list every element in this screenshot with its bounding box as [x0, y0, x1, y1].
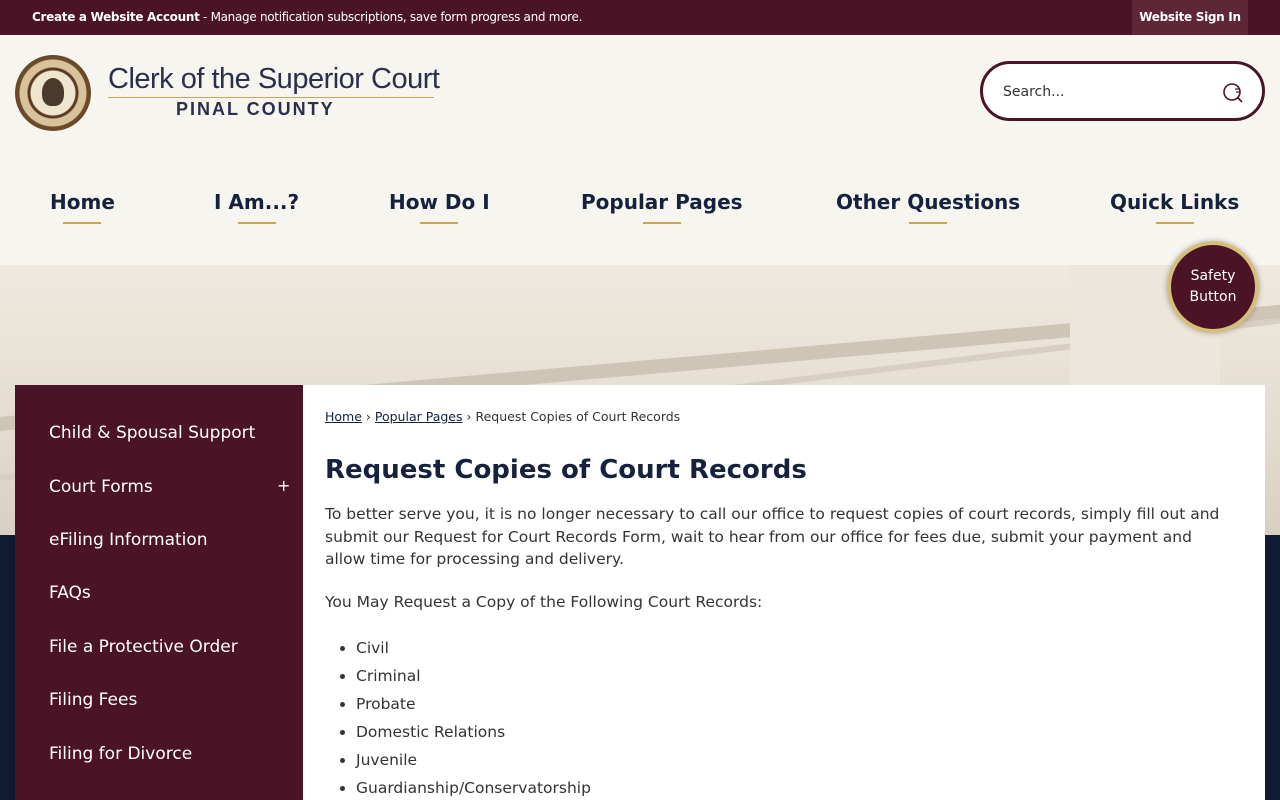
breadcrumb-popular-pages-link[interactable]: Popular Pages	[375, 409, 463, 424]
search-box	[980, 61, 1265, 121]
seal-portrait	[42, 78, 64, 106]
nav-underline	[237, 222, 276, 224]
safety-button-line2: Button	[1189, 289, 1237, 305]
nav-underline	[63, 222, 102, 224]
nav-quick-links-label: Quick Links	[1110, 190, 1240, 214]
nav-underline	[909, 222, 948, 224]
account-message: Create a Website Account - Manage notifi…	[32, 10, 582, 24]
nav-how-do-i-label: How Do I	[389, 190, 490, 214]
logo-divider	[108, 97, 434, 98]
nav-other-questions[interactable]: Other Questions	[836, 190, 1020, 224]
sidebar-item-file-protective-order[interactable]: File a Protective Order	[49, 637, 238, 657]
sidebar-item-filing-fees[interactable]: Filing Fees	[49, 690, 137, 710]
top-banner: Create a Website Account - Manage notifi…	[0, 0, 1280, 35]
list-item: Criminal	[356, 665, 591, 693]
search-input[interactable]	[1003, 80, 1203, 104]
list-item: Juvenile	[356, 749, 591, 777]
safety-button[interactable]: Safety Button	[1167, 241, 1259, 333]
list-item: Domestic Relations	[356, 721, 591, 749]
intro-paragraph: To better serve you, it is no longer nec…	[325, 505, 1220, 568]
sidebar-item-filing-for-divorce[interactable]: Filing for Divorce	[49, 744, 192, 764]
list-item: Probate	[356, 693, 591, 721]
site-subtitle[interactable]: PINAL COUNTY	[176, 99, 335, 120]
sidebar-nav: Child & Spousal Support Court Forms + eF…	[15, 385, 303, 800]
nav-how-do-i[interactable]: How Do I	[389, 190, 490, 224]
nav-i-am-label: I Am...?	[214, 190, 300, 214]
nav-other-questions-label: Other Questions	[836, 190, 1021, 214]
main-nav: Home I Am...? How Do I Popular Pages Oth…	[0, 190, 1280, 240]
expand-plus-icon[interactable]: +	[277, 476, 290, 495]
breadcrumb: Home › Popular Pages › Request Copies of…	[325, 409, 680, 424]
list-item: Guardianship/Conservatorship	[356, 777, 591, 800]
nav-home[interactable]: Home	[50, 190, 115, 224]
site-header: Clerk of the Superior Court PINAL COUNTY…	[0, 35, 1280, 265]
website-sign-in-button[interactable]: Website Sign In	[1132, 0, 1248, 35]
main-content: Home › Popular Pages › Request Copies of…	[303, 385, 1265, 800]
sidebar-item-child-spousal-support[interactable]: Child & Spousal Support	[49, 423, 255, 443]
sidebar-item-court-forms[interactable]: Court Forms	[49, 477, 153, 497]
nav-i-am[interactable]: I Am...?	[214, 190, 299, 224]
nav-popular-pages[interactable]: Popular Pages	[581, 190, 743, 224]
safety-button-line1: Safety	[1190, 268, 1236, 284]
breadcrumb-separator: ›	[361, 409, 375, 424]
page-title: Request Copies of Court Records	[325, 455, 807, 485]
county-seal-logo[interactable]	[15, 55, 91, 131]
breadcrumb-current: Request Copies of Court Records	[475, 409, 681, 424]
nav-underline	[420, 222, 459, 224]
breadcrumb-separator: ›	[462, 409, 476, 424]
site-title[interactable]: Clerk of the Superior Court	[108, 63, 440, 96]
records-lead-text: You May Request a Copy of the Following …	[325, 593, 763, 611]
nav-home-label: Home	[50, 190, 115, 214]
account-message-text: - Manage notification subscriptions, sav…	[199, 10, 583, 24]
nav-quick-links[interactable]: Quick Links	[1110, 190, 1239, 224]
create-account-link[interactable]: Create a Website Account	[32, 10, 200, 24]
nav-underline	[1155, 222, 1194, 224]
search-icon[interactable]	[1222, 81, 1244, 103]
sidebar-item-efiling-information[interactable]: eFiling Information	[49, 530, 208, 550]
breadcrumb-home-link[interactable]: Home	[325, 409, 362, 424]
records-list: Civil Criminal Probate Domestic Relation…	[356, 637, 591, 800]
nav-popular-pages-label: Popular Pages	[581, 190, 743, 214]
list-item: Civil	[356, 637, 591, 665]
sidebar-item-faqs[interactable]: FAQs	[49, 583, 91, 603]
nav-underline	[642, 222, 681, 224]
